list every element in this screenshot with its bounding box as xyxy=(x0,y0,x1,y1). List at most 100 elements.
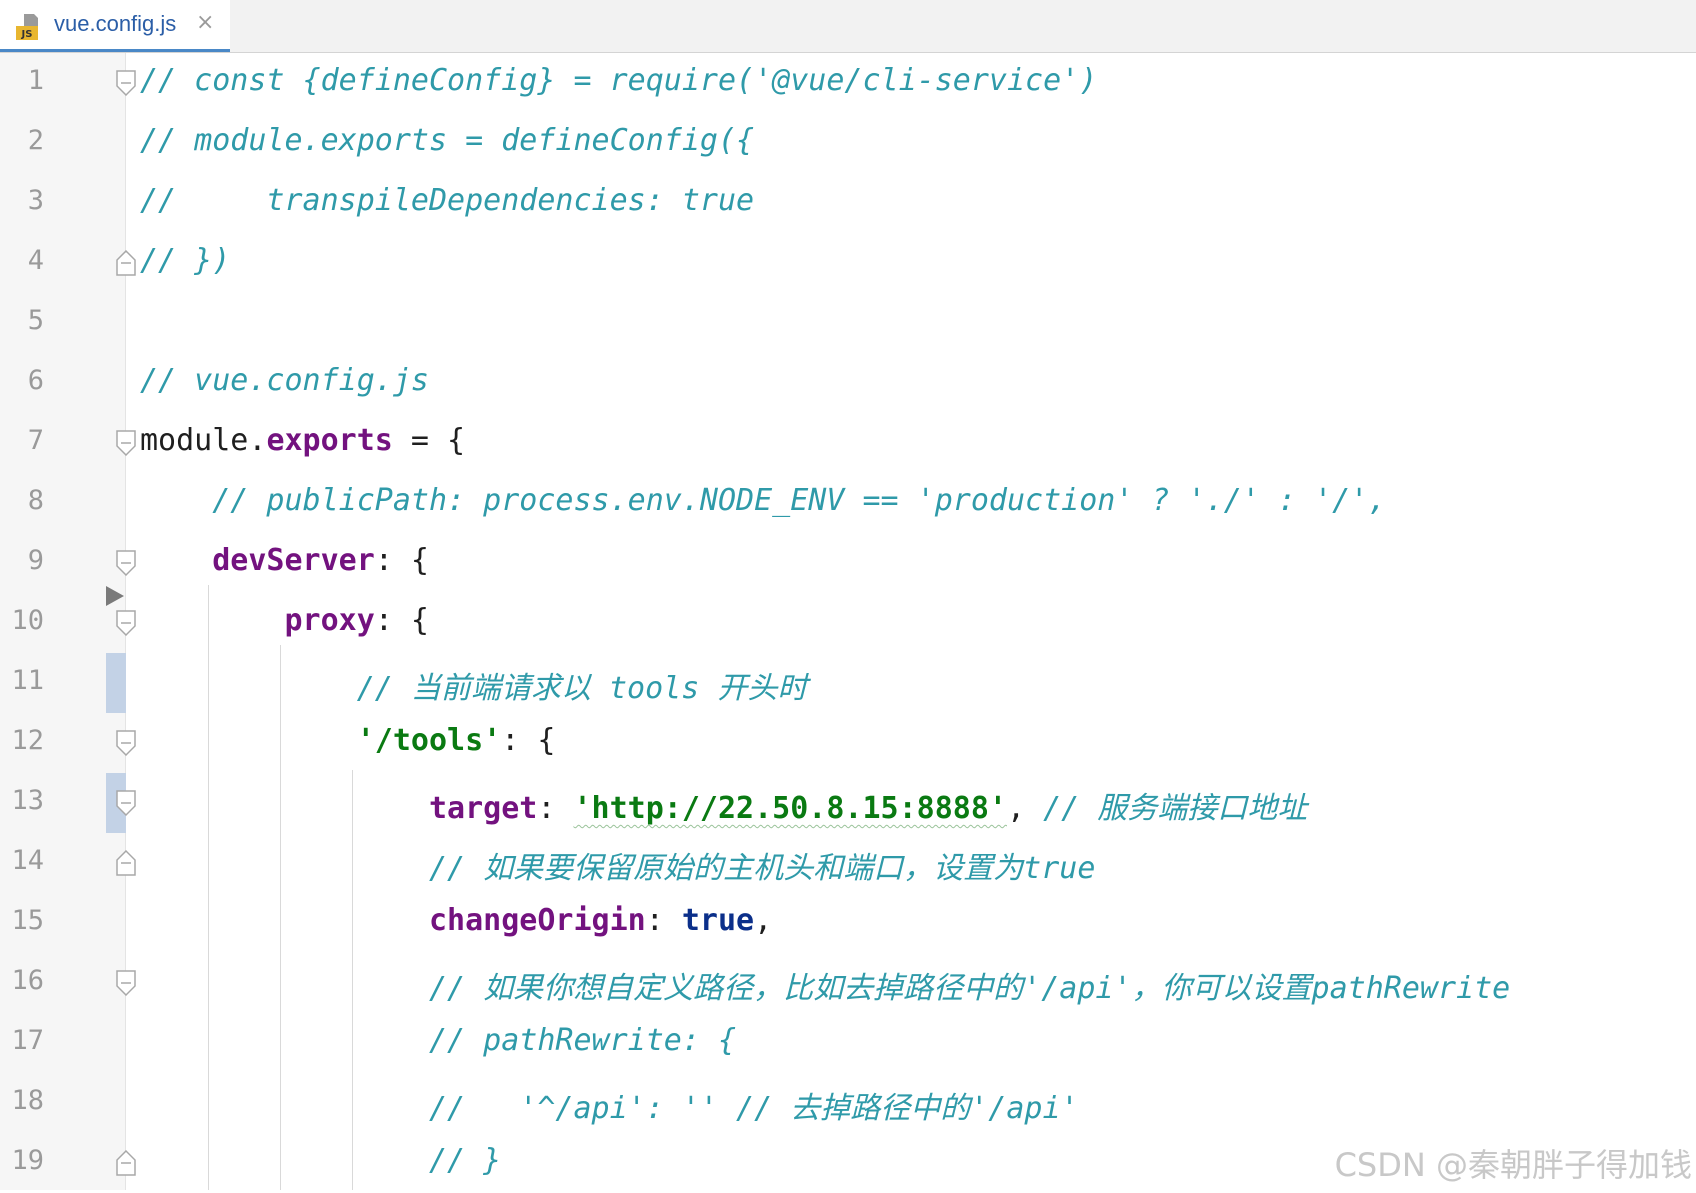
fold-open-icon[interactable] xyxy=(116,430,136,456)
code-token: // vue.config.js xyxy=(140,363,429,398)
line-number: 9 xyxy=(27,545,44,576)
code-token: // 如果要保留原始的主机头和端口，设置为true xyxy=(428,851,1096,886)
code-text[interactable]: // publicPath: process.env.NODE_ENV == '… xyxy=(140,483,1386,518)
code-token: // const {defineConfig} = require('@vue/… xyxy=(140,63,1098,98)
code-text[interactable]: // 如果你想自定义路径，比如去掉路径中的'/api'，你可以设置pathRew… xyxy=(140,963,1510,1007)
code-token: // transpileDependencies: true xyxy=(140,183,755,218)
line-number: 8 xyxy=(27,485,44,516)
code-token: module. xyxy=(140,423,267,458)
code-token: = { xyxy=(392,423,466,458)
code-line[interactable]: 18 // '^/api': '' // 去掉路径中的'/api' xyxy=(0,1073,1696,1133)
fold-open-icon[interactable] xyxy=(116,550,136,576)
code-line[interactable]: 1 // const {defineConfig} = require('@vue… xyxy=(0,53,1696,113)
code-text[interactable]: // '^/api': '' // 去掉路径中的'/api' xyxy=(140,1083,1079,1127)
code-text[interactable]: // vue.config.js xyxy=(140,363,429,398)
code-text[interactable]: // }) xyxy=(140,243,230,278)
line-number: 7 xyxy=(27,425,44,456)
code-text[interactable]: target: 'http://22.50.8.15:8888', // 服务端… xyxy=(140,783,1307,827)
code-line[interactable]: 17 // pathRewrite: { xyxy=(0,1013,1696,1073)
fold-open-icon[interactable] xyxy=(116,970,136,996)
code-token: proxy xyxy=(284,603,375,638)
code-token: '/tools' xyxy=(356,723,502,758)
code-text[interactable]: // const {defineConfig} = require('@vue/… xyxy=(140,63,1097,98)
code-line[interactable]: 9 devServer: { xyxy=(0,533,1696,593)
code-text[interactable]: proxy: { xyxy=(140,603,430,638)
line-number: 1 xyxy=(27,65,44,96)
code-line[interactable]: 16 // 如果你想自定义路径，比如去掉路径中的'/api'，你可以设置path… xyxy=(0,953,1696,1013)
code-line[interactable]: 3 // transpileDependencies: true xyxy=(0,173,1696,233)
watermark: CSDN @秦朝胖子得加钱 xyxy=(1334,1146,1692,1184)
fold-close-icon[interactable] xyxy=(116,250,136,276)
line-number: 10 xyxy=(11,605,44,636)
code-text[interactable]: devServer: { xyxy=(140,543,429,578)
line-number: 4 xyxy=(27,245,44,276)
code-line[interactable]: 14 // 如果要保留原始的主机头和端口，设置为true xyxy=(0,833,1696,893)
line-number: 11 xyxy=(11,665,44,696)
code-text[interactable]: // } xyxy=(140,1143,501,1178)
code-token: // 当前端请求以 tools 开头时 xyxy=(356,671,808,706)
code-text[interactable]: // 当前端请求以 tools 开头时 xyxy=(140,663,808,707)
line-number: 6 xyxy=(27,365,44,396)
code-line[interactable]: 2 // module.exports = defineConfig({ xyxy=(0,113,1696,173)
line-number: 13 xyxy=(11,785,44,816)
code-token: devServer xyxy=(212,543,375,578)
code-text[interactable]: module.exports = { xyxy=(140,423,465,458)
code-line[interactable]: 15 changeOrigin: true, xyxy=(0,893,1696,953)
line-number: 12 xyxy=(11,725,44,756)
tab-vue-config-js[interactable]: JS vue.config.js × xyxy=(0,0,230,52)
line-number: 3 xyxy=(27,185,44,216)
code-text[interactable]: changeOrigin: true, xyxy=(140,903,772,938)
code-token: exports xyxy=(266,423,393,458)
code-line[interactable]: 13 target: 'http://22.50.8.15:8888', // … xyxy=(0,773,1696,833)
line-number: 17 xyxy=(11,1025,44,1056)
execution-arrow-icon xyxy=(106,586,124,606)
code-line[interactable]: 6 // vue.config.js xyxy=(0,353,1696,413)
fold-open-icon[interactable] xyxy=(116,730,136,756)
code-line[interactable]: 11 // 当前端请求以 tools 开头时 xyxy=(0,653,1696,713)
code-line[interactable]: 10 proxy: { xyxy=(0,593,1696,653)
line-number: 16 xyxy=(11,965,44,996)
code-line[interactable]: 5 xyxy=(0,293,1696,353)
code-text[interactable]: // pathRewrite: { xyxy=(140,1023,736,1058)
code-token: // publicPath: process.env.NODE_ENV == '… xyxy=(212,483,1387,518)
editor-tab-bar: JS vue.config.js × xyxy=(0,0,1696,53)
code-line[interactable]: 12 '/tools': { xyxy=(0,713,1696,773)
code-token: : xyxy=(537,791,574,826)
line-number: 2 xyxy=(27,125,44,156)
code-line[interactable]: 7 module.exports = { xyxy=(0,413,1696,473)
code-token: : { xyxy=(374,543,429,578)
fold-open-icon[interactable] xyxy=(116,70,136,96)
change-marker[interactable] xyxy=(106,653,126,713)
code-token: : xyxy=(645,903,682,938)
code-token: : { xyxy=(501,723,556,758)
code-token: // } xyxy=(428,1143,502,1178)
fold-open-icon[interactable] xyxy=(116,790,136,816)
code-text[interactable]: // 如果要保留原始的主机头和端口，设置为true xyxy=(140,843,1095,887)
line-number: 14 xyxy=(11,845,44,876)
close-icon[interactable]: × xyxy=(196,10,214,35)
fold-close-icon[interactable] xyxy=(116,850,136,876)
code-token: , xyxy=(754,903,773,938)
code-text[interactable]: '/tools': { xyxy=(140,723,556,758)
code-token: target xyxy=(428,791,538,826)
code-line[interactable]: 8 // publicPath: process.env.NODE_ENV ==… xyxy=(0,473,1696,533)
fold-close-icon[interactable] xyxy=(116,1150,136,1176)
line-number: 18 xyxy=(11,1085,44,1116)
code-token: 'http://22.50.8.15:8888' xyxy=(573,791,1007,826)
code-token: // 服务端接口地址 xyxy=(1043,791,1308,826)
code-token: // 如果你想自定义路径，比如去掉路径中的'/api'，你可以设置pathRew… xyxy=(428,971,1511,1006)
code-text[interactable]: // transpileDependencies: true xyxy=(140,183,754,218)
code-line[interactable]: 4 // }) xyxy=(0,233,1696,293)
code-token: , xyxy=(1006,791,1044,826)
fold-open-icon[interactable] xyxy=(116,610,136,636)
code-text[interactable]: // module.exports = defineConfig({ xyxy=(140,123,754,158)
code-token: // module.exports = defineConfig({ xyxy=(140,123,755,158)
